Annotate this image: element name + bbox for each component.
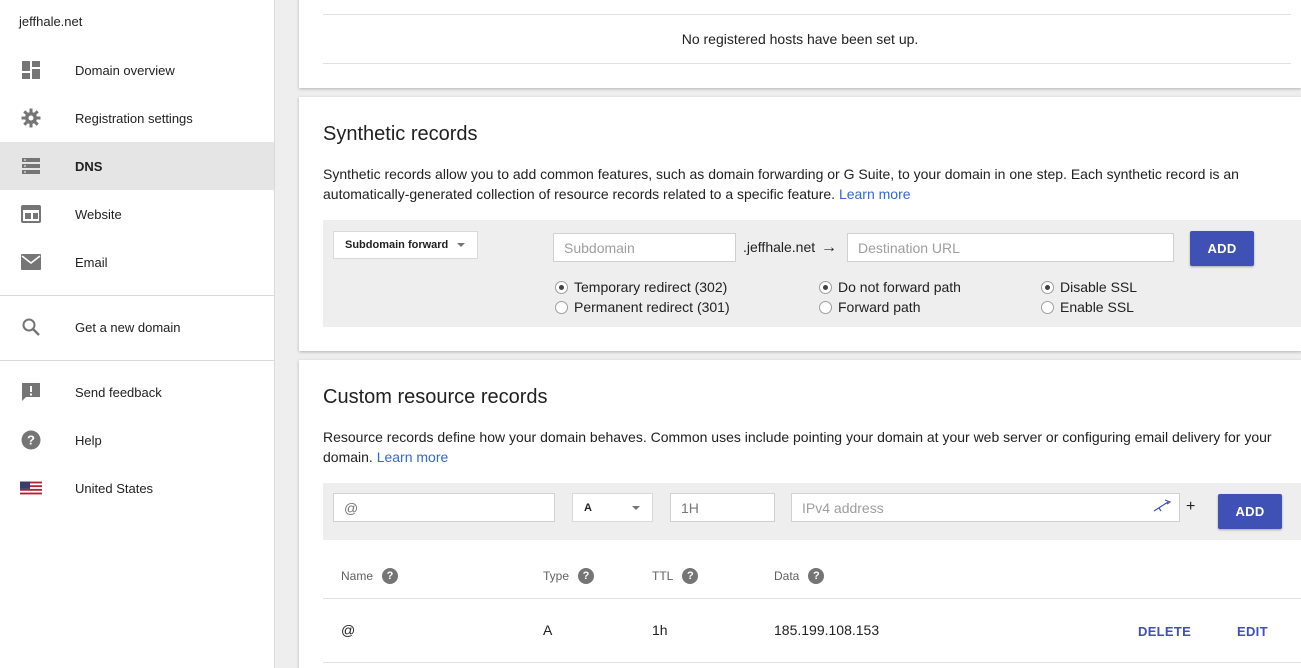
- synthetic-add-button[interactable]: ADD: [1190, 231, 1254, 266]
- table-header-divider: [323, 598, 1301, 599]
- feedback-icon: [20, 382, 42, 402]
- sidebar-item-label: Help: [75, 432, 102, 448]
- radio-disable-ssl[interactable]: Disable SSL: [1041, 277, 1137, 297]
- hosts-divider-top: [323, 14, 1291, 15]
- column-header-name: Name ?: [341, 568, 399, 584]
- sidebar-item-united-states[interactable]: United States: [0, 464, 274, 512]
- sidebar-item-label: Email: [75, 254, 108, 270]
- edit-button[interactable]: EDIT: [1237, 624, 1268, 639]
- radio-permanent-redirect[interactable]: Permanent redirect (301): [555, 297, 730, 317]
- sidebar: jeffhale.net Domain overview Registratio…: [0, 0, 275, 668]
- column-header-ttl: TTL ?: [652, 568, 699, 584]
- edit-pencil-icon[interactable]: [1153, 499, 1172, 516]
- column-header-type: Type ?: [543, 568, 595, 584]
- radio-checked-icon: [1041, 280, 1054, 294]
- help-icon[interactable]: ?: [382, 568, 399, 584]
- sidebar-item-dns[interactable]: DNS: [0, 142, 274, 190]
- column-header-data: Data ?: [774, 568, 825, 584]
- custom-record-form: @ A 1H IPv4 address + ADD: [323, 483, 1301, 540]
- radio-unchecked-icon: [555, 300, 568, 314]
- synthetic-learn-more-link[interactable]: Learn more: [839, 186, 911, 202]
- arrow-right-icon: →: [821, 239, 838, 256]
- destination-url-input[interactable]: Destination URL: [847, 233, 1174, 262]
- synthetic-records-card: Synthetic records Synthetic records allo…: [299, 97, 1301, 351]
- sidebar-item-label: Registration settings: [75, 110, 193, 126]
- synthetic-records-title: Synthetic records: [323, 123, 478, 145]
- delete-button[interactable]: DELETE: [1138, 624, 1191, 639]
- help-icon[interactable]: ?: [808, 568, 825, 584]
- sidebar-divider: [0, 295, 274, 296]
- sidebar-item-label: Website: [75, 206, 122, 222]
- synthetic-record-type-select[interactable]: Subdomain forward: [333, 231, 478, 259]
- radio-do-not-forward-path[interactable]: Do not forward path: [819, 277, 961, 297]
- dashboard-icon: [20, 60, 42, 80]
- sidebar-item-email[interactable]: Email: [0, 238, 274, 286]
- search-icon: [20, 317, 42, 337]
- hosts-divider-bottom: [323, 63, 1291, 64]
- add-field-plus[interactable]: +: [1186, 498, 1195, 516]
- table-row-divider: [323, 662, 1301, 663]
- sidebar-item-domain-overview[interactable]: Domain overview: [0, 46, 274, 94]
- domain-suffix: .jeffhale.net →: [743, 239, 838, 256]
- help-icon: ?: [20, 430, 42, 450]
- sidebar-item-get-new-domain[interactable]: Get a new domain: [0, 303, 274, 351]
- us-flag-icon: [20, 478, 42, 498]
- custom-records-card: Custom resource records Resource records…: [299, 360, 1301, 668]
- custom-add-button[interactable]: ADD: [1218, 494, 1282, 529]
- sidebar-item-label: Domain overview: [75, 62, 175, 78]
- help-icon[interactable]: ?: [682, 568, 699, 584]
- chevron-down-icon: [632, 505, 640, 510]
- radio-checked-icon: [819, 280, 832, 294]
- sidebar-item-help[interactable]: ? Help: [0, 416, 274, 464]
- sidebar-item-label: Get a new domain: [75, 319, 181, 335]
- record-name-input[interactable]: @: [333, 493, 555, 522]
- custom-records-description: Resource records define how your domain …: [323, 429, 1272, 465]
- sidebar-item-website[interactable]: Website: [0, 190, 274, 238]
- record-type-select[interactable]: A: [572, 493, 653, 522]
- custom-records-title: Custom resource records: [323, 386, 548, 408]
- record-ttl-input[interactable]: 1H: [670, 493, 775, 522]
- subdomain-input[interactable]: Subdomain: [553, 233, 736, 262]
- svg-text:?: ?: [27, 433, 35, 448]
- sidebar-item-label: DNS: [75, 158, 103, 174]
- no-hosts-message: No registered hosts have been set up.: [681, 31, 919, 47]
- sidebar-item-label: United States: [75, 480, 154, 496]
- sidebar-item-send-feedback[interactable]: Send feedback: [0, 368, 274, 416]
- cell-ttl: 1h: [652, 622, 668, 638]
- cell-type: A: [543, 622, 553, 638]
- web-icon: [20, 204, 42, 224]
- synthetic-record-form: Subdomain forward Subdomain .jeffhale.ne…: [323, 220, 1301, 327]
- email-icon: [20, 252, 42, 272]
- radio-unchecked-icon: [1041, 300, 1054, 314]
- synthetic-records-description: Synthetic records allow you to add commo…: [323, 166, 1239, 202]
- registered-hosts-card: No registered hosts have been set up.: [299, 0, 1301, 88]
- radio-unchecked-icon: [819, 300, 832, 314]
- record-data-input[interactable]: IPv4 address: [791, 493, 1180, 522]
- sidebar-divider: [0, 360, 274, 361]
- custom-learn-more-link[interactable]: Learn more: [377, 449, 449, 465]
- cell-data: 185.199.108.153: [774, 622, 880, 638]
- radio-checked-icon: [555, 280, 568, 294]
- cell-name: @: [341, 622, 356, 638]
- chevron-down-icon: [457, 243, 465, 247]
- radio-forward-path[interactable]: Forward path: [819, 297, 920, 317]
- radio-enable-ssl[interactable]: Enable SSL: [1041, 297, 1134, 317]
- dns-icon: [20, 156, 42, 176]
- help-icon[interactable]: ?: [578, 568, 595, 584]
- site-name: jeffhale.net: [19, 14, 83, 29]
- gear-icon: [20, 108, 42, 128]
- sidebar-item-label: Send feedback: [75, 384, 162, 400]
- radio-temporary-redirect[interactable]: Temporary redirect (302): [555, 277, 727, 297]
- sidebar-item-registration-settings[interactable]: Registration settings: [0, 94, 274, 142]
